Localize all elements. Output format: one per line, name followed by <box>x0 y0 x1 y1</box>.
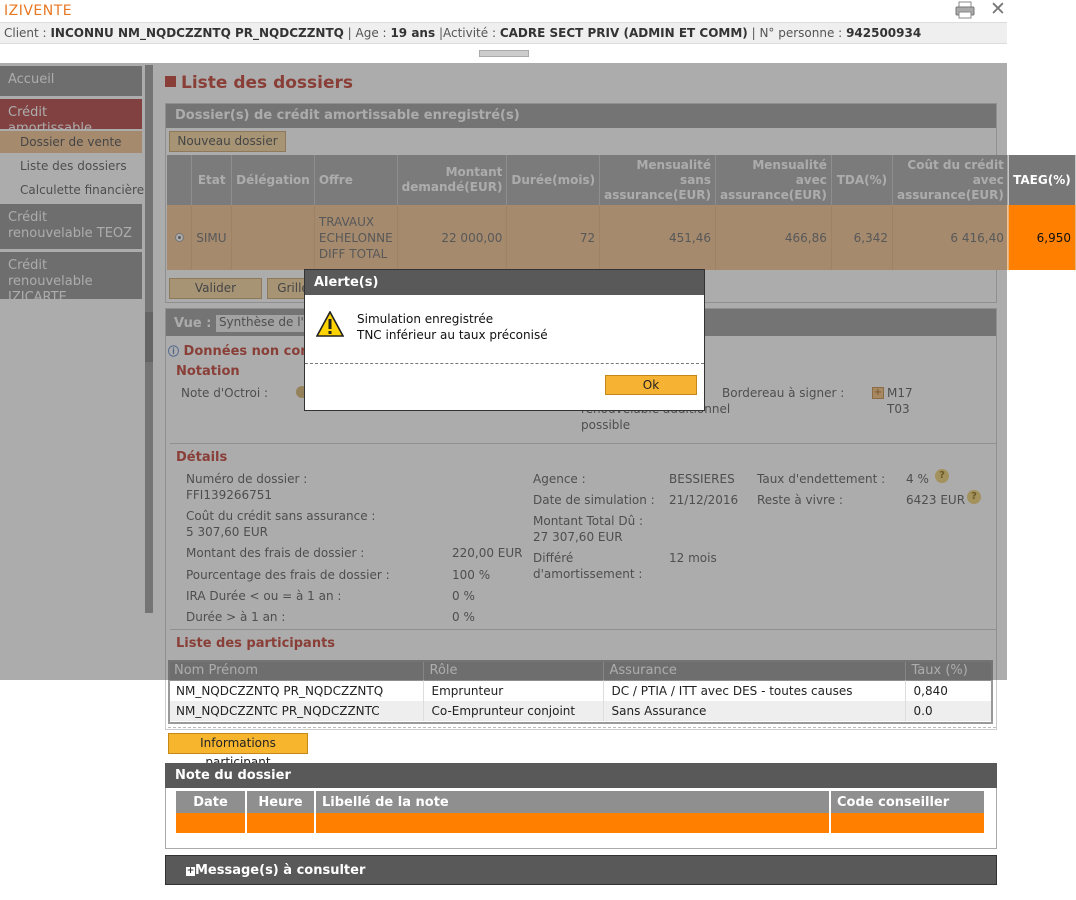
cell-taux: 0,840 <box>905 681 993 701</box>
print-icon[interactable] <box>955 1 975 19</box>
col-header: Date <box>176 791 247 813</box>
messages-bar[interactable]: +Message(s) à consulter <box>165 855 997 885</box>
alert-message-2: TNC inférieur au taux préconisé <box>357 328 548 342</box>
close-icon[interactable]: ✕ <box>988 0 1008 20</box>
alert-title: Alerte(s) <box>305 270 704 295</box>
cell-taux: 0.0 <box>905 701 993 721</box>
plus-icon[interactable]: + <box>186 867 195 876</box>
cell-assurance: Sans Assurance <box>603 701 906 721</box>
cell-nom: NM_NQDCZZNTC PR_NQDCZZNTC <box>168 701 424 721</box>
cell-role: Co-Emprunteur conjoint <box>423 701 604 721</box>
cell-heure <box>246 813 316 833</box>
cell-code <box>830 813 986 833</box>
cell-nom: NM_NQDCZZNTQ PR_NQDCZZNTQ <box>168 681 424 701</box>
cell-assurance: DC / PTIA / ITT avec DES - toutes causes <box>603 681 906 701</box>
personne-label: N° personne : <box>759 26 843 40</box>
alert-dialog: Alerte(s) Simulation enregistrée TNC inf… <box>304 269 705 411</box>
client-personne: 942500934 <box>846 26 922 40</box>
col-header: Heure <box>246 791 316 813</box>
cell-role: Emprunteur <box>423 681 604 701</box>
col-header-taeg: TAEG(%) <box>1008 155 1076 205</box>
alert-message-1: Simulation enregistrée <box>357 312 494 326</box>
age-label: Age : <box>355 26 387 40</box>
client-age: 19 ans <box>390 26 436 40</box>
table-row[interactable]: NM_NQDCZZNTC PR_NQDCZZNTC Co-Emprunteur … <box>168 701 993 721</box>
ok-button[interactable]: Ok <box>605 375 697 395</box>
col-header: Code conseiller <box>830 791 986 813</box>
messages-title: Message(s) à consulter <box>195 863 366 878</box>
client-activite: CADRE SECT PRIV (ADMIN ET COMM) <box>499 26 748 40</box>
client-name: INCONNU NM_NQDCZZNTQ PR_NQDCZZNTQ <box>50 26 344 40</box>
divider <box>305 363 704 364</box>
app-title: IZIVENTE <box>4 3 73 19</box>
divider <box>168 727 996 728</box>
client-label: Client : <box>4 26 47 40</box>
client-info-bar: Client : INCONNU NM_NQDCZZNTQ PR_NQDCZZN… <box>0 22 1007 44</box>
cell-libelle <box>315 813 831 833</box>
activite-label: |Activité : <box>438 26 496 40</box>
table-row[interactable]: NM_NQDCZZNTQ PR_NQDCZZNTQ Emprunteur DC … <box>168 681 993 701</box>
warning-icon <box>315 310 345 340</box>
note-section-header: Note du dossier <box>165 763 997 788</box>
col-header: Libellé de la note <box>315 791 831 813</box>
table-row[interactable] <box>176 813 986 833</box>
collapse-handle[interactable] <box>479 50 529 57</box>
informations-participant-button[interactable]: Informations participant <box>168 733 308 769</box>
note-table: Date Heure Libellé de la note Code conse… <box>176 791 986 833</box>
cell-date <box>176 813 247 833</box>
cell-taeg: 6,950 <box>1008 205 1076 270</box>
